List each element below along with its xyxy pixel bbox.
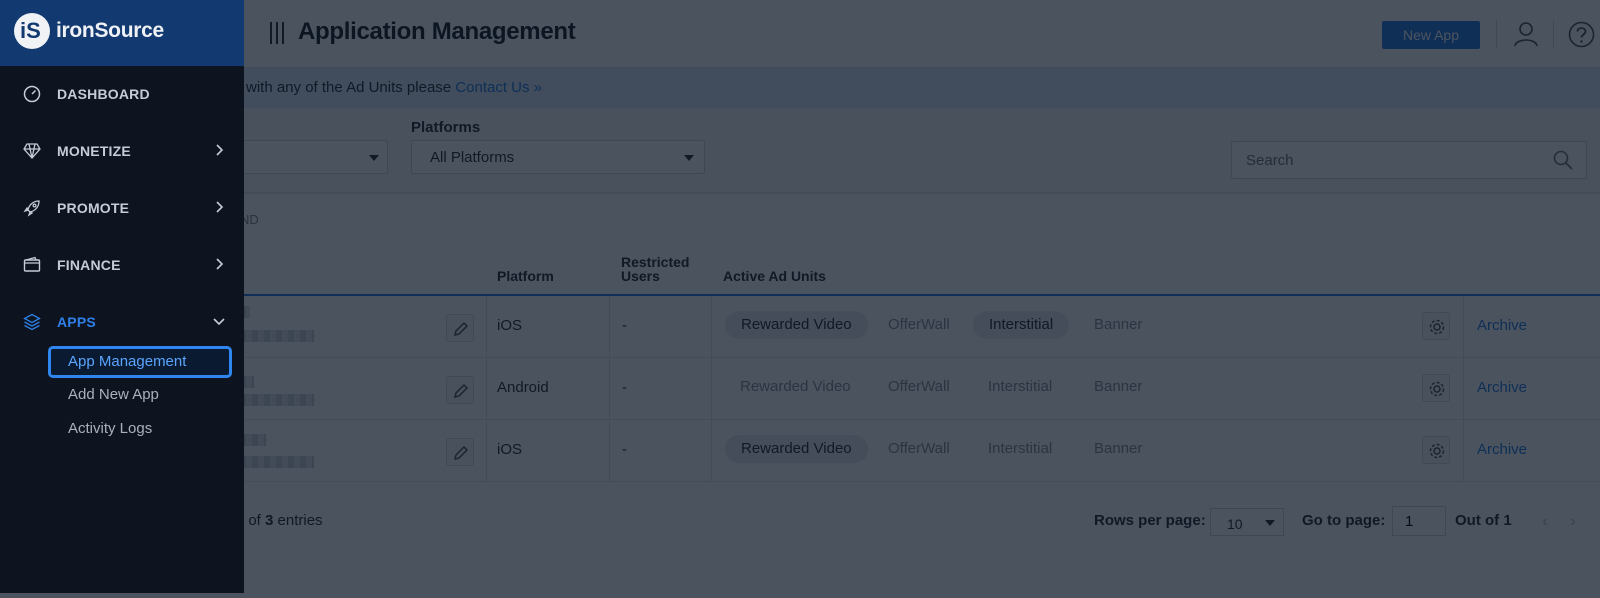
gauge-icon	[23, 85, 41, 103]
settings-button[interactable]	[1422, 374, 1450, 402]
ad-unit-banner: Banner	[1094, 440, 1143, 457]
sidebar-subitem-activity-logs[interactable]: Activity Logs	[48, 413, 232, 445]
ad-unit-rewarded-video: Rewarded Video	[725, 311, 868, 339]
pencil-icon	[453, 445, 469, 461]
gear-icon	[1429, 319, 1445, 335]
brand-name: ironSource	[56, 19, 164, 42]
table-row: iOS - Rewarded Video OfferWall Interstit…	[240, 296, 1600, 358]
restricted-users-cell: -	[622, 441, 627, 458]
chevron-right-icon	[216, 144, 224, 156]
chevron-right-icon	[216, 258, 224, 270]
ad-unit-banner: Banner	[1094, 378, 1143, 395]
sidebar-item-monetize[interactable]: MONETIZE	[0, 123, 244, 179]
go-to-page-label: Go to page:	[1302, 512, 1386, 529]
divider	[1496, 20, 1497, 48]
column-header-restricted-users: Restricted Users	[621, 254, 690, 284]
brand-logo: iS	[14, 13, 50, 49]
archive-link[interactable]: Archive	[1477, 441, 1527, 458]
sidebar-item-finance[interactable]: FINANCE	[0, 237, 244, 293]
archive-link[interactable]: Archive	[1477, 379, 1527, 396]
menu-toggle-icon[interactable]	[270, 22, 290, 44]
sidebar-subitem-add-new-app[interactable]: Add New App	[48, 379, 232, 411]
sidebar-item-promote[interactable]: PROMOTE	[0, 180, 244, 236]
ad-unit-interstitial: Interstitial	[973, 311, 1070, 339]
archive-link[interactable]: Archive	[1477, 317, 1527, 334]
rows-per-page-value: 10	[1227, 516, 1243, 532]
ad-unit-offerwall: OfferWall	[888, 378, 950, 395]
chevron-down-icon	[1265, 520, 1275, 526]
table-row: Android - Rewarded Video OfferWall Inter…	[240, 358, 1600, 420]
chevron-down-icon	[684, 155, 694, 161]
platform-cell: Android	[497, 379, 549, 396]
edit-button[interactable]	[446, 314, 474, 342]
entries-summary: t of 3 entries	[240, 512, 323, 529]
column-header-active-ad-units: Active Ad Units	[723, 268, 826, 284]
pencil-icon	[453, 321, 469, 337]
platforms-label: Platforms	[411, 119, 481, 136]
table-row: iOS - Rewarded Video OfferWall Interstit…	[240, 420, 1600, 482]
search-icon[interactable]	[1553, 150, 1573, 170]
next-page-button[interactable]: ›	[1560, 509, 1586, 535]
sidebar-item-apps[interactable]: APPS	[0, 294, 244, 350]
user-icon[interactable]	[1513, 21, 1539, 47]
restricted-users-cell: -	[622, 317, 627, 334]
ad-unit-offerwall: OfferWall	[888, 440, 950, 457]
contact-us-link[interactable]: Contact Us »	[455, 79, 542, 96]
info-banner-text: with any of the Ad Units please	[246, 79, 456, 96]
chevron-right-icon	[216, 201, 224, 213]
brand-header: iS ironSource	[0, 0, 244, 66]
platforms-select[interactable]: All Platforms	[411, 140, 705, 174]
gear-icon	[1429, 381, 1445, 397]
filter-select[interactable]	[240, 140, 388, 174]
edit-button[interactable]	[446, 376, 474, 404]
total-pages-text: Out of 1	[1455, 512, 1512, 529]
help-icon[interactable]	[1568, 21, 1595, 48]
redacted-app-name	[240, 394, 314, 406]
ad-unit-interstitial: Interstitial	[988, 440, 1053, 457]
ad-unit-offerwall: OfferWall	[888, 316, 950, 333]
page-number-input[interactable]	[1392, 506, 1446, 536]
settings-button[interactable]	[1422, 436, 1450, 464]
sidebar-item-label: MONETIZE	[57, 143, 131, 159]
redacted-app-name	[240, 456, 314, 468]
ad-unit-rewarded-video: Rewarded Video	[740, 378, 851, 395]
platform-cell: iOS	[497, 441, 523, 458]
platform-cell: iOS	[497, 317, 523, 334]
sidebar-item-label: APPS	[57, 314, 96, 330]
ad-unit-rewarded-video: Rewarded Video	[725, 435, 868, 463]
platforms-select-value: All Platforms	[430, 149, 515, 166]
settings-button[interactable]	[1422, 312, 1450, 340]
layers-icon	[23, 313, 41, 331]
diamond-icon	[23, 143, 41, 159]
column-header-platform: Platform	[497, 268, 554, 284]
rocket-icon	[23, 200, 40, 217]
previous-page-button[interactable]: ‹	[1532, 509, 1558, 535]
pencil-icon	[453, 383, 469, 399]
chevron-down-icon	[213, 318, 225, 326]
search-input[interactable]	[1231, 141, 1587, 179]
sidebar: iS ironSource DASHBOARD MONETIZE PROMOTE…	[0, 0, 244, 593]
rows-per-page-select[interactable]: 10	[1210, 508, 1284, 536]
edit-button[interactable]	[446, 438, 474, 466]
ad-unit-interstitial: Interstitial	[988, 378, 1053, 395]
sidebar-item-label: PROMOTE	[57, 200, 130, 216]
sidebar-subitem-app-management[interactable]: App Management	[48, 346, 232, 378]
gear-icon	[1429, 443, 1445, 459]
page-title: Application Management	[298, 18, 576, 45]
sidebar-item-dashboard[interactable]: DASHBOARD	[0, 66, 244, 122]
sidebar-item-label: FINANCE	[57, 257, 121, 273]
ad-unit-banner: Banner	[1094, 316, 1143, 333]
new-app-button[interactable]: New App	[1382, 21, 1480, 49]
divider	[1553, 20, 1554, 48]
restricted-users-cell: -	[622, 379, 627, 396]
wallet-icon	[23, 256, 41, 272]
sidebar-item-label: DASHBOARD	[57, 86, 150, 102]
redacted-app-name	[240, 330, 314, 342]
rows-per-page-label: Rows per page:	[1094, 512, 1206, 529]
